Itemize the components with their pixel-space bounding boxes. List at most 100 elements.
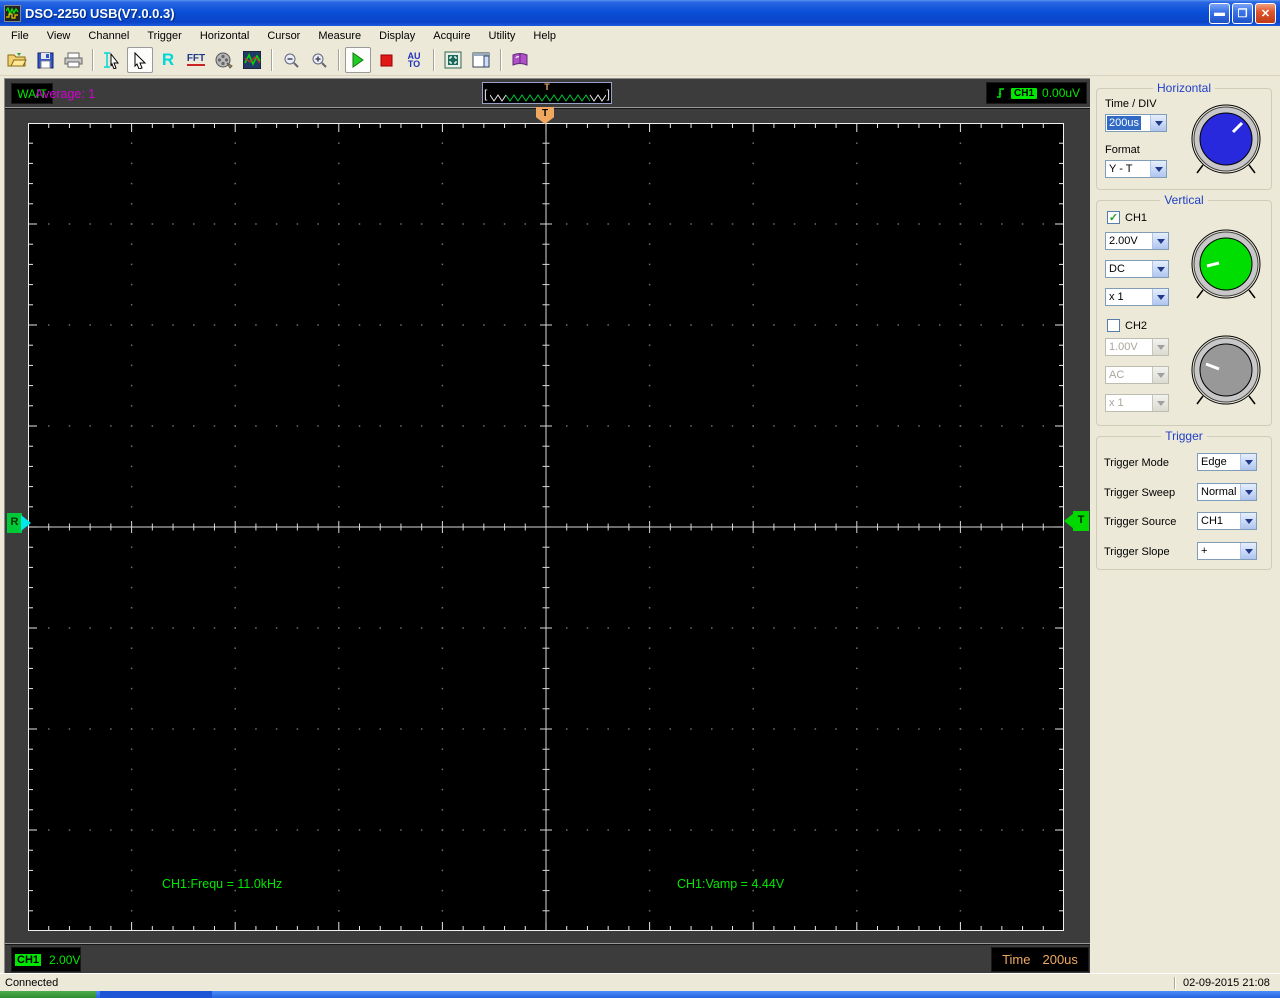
menu-measure[interactable]: Measure bbox=[309, 28, 370, 44]
chevron-down-icon[interactable] bbox=[1240, 454, 1256, 470]
average-readout: Average: 1 bbox=[35, 87, 96, 101]
format-label: Format bbox=[1105, 144, 1140, 156]
trigger-group: Trigger Trigger Mode Edge Trigger Sweep … bbox=[1096, 429, 1272, 570]
app-logo-icon bbox=[4, 4, 21, 22]
timediv-select[interactable]: 200us bbox=[1105, 114, 1167, 132]
help-button[interactable] bbox=[507, 47, 533, 73]
chevron-down-icon bbox=[1152, 395, 1168, 411]
chevron-down-icon[interactable] bbox=[1150, 161, 1166, 177]
timediv-label: Time / DIV bbox=[1105, 98, 1157, 110]
taskbar[interactable] bbox=[0, 991, 1280, 998]
toolbar-separator bbox=[338, 49, 339, 71]
restore-button[interactable]: ❐ bbox=[1232, 2, 1253, 24]
timebase-readout: Time 200us bbox=[991, 947, 1089, 972]
ch1-checkbox[interactable]: ✓ CH1 bbox=[1107, 211, 1147, 224]
ch1-position-knob[interactable] bbox=[1189, 228, 1263, 302]
menu-display[interactable]: Display bbox=[370, 28, 424, 44]
preview-trigger-marker[interactable]: T bbox=[483, 82, 611, 92]
menu-acquire[interactable]: Acquire bbox=[424, 28, 479, 44]
trigger-mode-label: Trigger Mode bbox=[1104, 457, 1170, 469]
trigger-slope-select[interactable]: + bbox=[1197, 542, 1257, 560]
chevron-down-icon[interactable] bbox=[1150, 115, 1166, 131]
ch2-checkbox[interactable]: CH2 bbox=[1107, 319, 1147, 332]
open-button[interactable] bbox=[4, 47, 30, 73]
trigger-time-marker[interactable]: T bbox=[536, 107, 554, 124]
scope-display[interactable] bbox=[28, 123, 1064, 931]
reference-marker-arrow-icon bbox=[21, 515, 31, 531]
trigger-slope-icon bbox=[997, 88, 1004, 98]
taskbar-button-stub[interactable] bbox=[100, 991, 212, 998]
trigger-level-marker[interactable]: T bbox=[1064, 511, 1090, 531]
ch1-probe-select[interactable]: x 1 bbox=[1105, 288, 1169, 306]
toolbar-separator bbox=[500, 49, 501, 71]
fullscreen-button[interactable] bbox=[440, 47, 466, 73]
menu-utility[interactable]: Utility bbox=[480, 28, 525, 44]
chevron-down-icon[interactable] bbox=[1152, 261, 1168, 277]
title-bar[interactable]: DSO-2250 USB(V7.0.0.3) ▬ ❐ ✕ bbox=[0, 0, 1280, 26]
chevron-down-icon bbox=[1152, 339, 1168, 355]
menu-trigger[interactable]: Trigger bbox=[138, 28, 190, 44]
trigger-source-label: Trigger Source bbox=[1104, 516, 1177, 528]
format-select[interactable]: Y - T bbox=[1105, 160, 1167, 178]
zoom-in-button[interactable] bbox=[306, 47, 332, 73]
window-layout-button[interactable] bbox=[468, 47, 494, 73]
toolbar: R FFT AU TO bbox=[0, 45, 1280, 76]
autoset-button[interactable]: AU TO bbox=[401, 47, 427, 73]
toolbar-separator bbox=[433, 49, 434, 71]
ch1-coupling-select[interactable]: DC bbox=[1105, 260, 1169, 278]
trigger-source-select[interactable]: CH1 bbox=[1197, 512, 1257, 530]
start-button[interactable] bbox=[345, 47, 371, 73]
ch1-volts-select[interactable]: 2.00V bbox=[1105, 232, 1169, 250]
toolbar-separator bbox=[271, 49, 272, 71]
waveform-view-button[interactable] bbox=[239, 47, 265, 73]
chevron-down-icon[interactable] bbox=[1240, 513, 1256, 529]
chevron-down-icon[interactable] bbox=[1240, 543, 1256, 559]
minimize-button[interactable]: ▬ bbox=[1209, 2, 1230, 24]
menu-file[interactable]: File bbox=[2, 28, 38, 44]
ch2-position-knob[interactable] bbox=[1189, 334, 1263, 408]
ch1-vamp-readout: CH1:Vamp = 4.44V bbox=[677, 877, 785, 891]
trigger-sweep-select[interactable]: Normal bbox=[1197, 483, 1257, 501]
print-button[interactable] bbox=[60, 47, 86, 73]
menu-help[interactable]: Help bbox=[524, 28, 565, 44]
status-bar: Connected 02-09-2015 21:08 bbox=[0, 973, 1280, 991]
fft-button[interactable]: FFT bbox=[183, 47, 209, 73]
chevron-down-icon bbox=[1152, 367, 1168, 383]
trigger-level-value: 0.00uV bbox=[1042, 86, 1081, 100]
ch1-checkbox-box[interactable]: ✓ bbox=[1107, 211, 1120, 224]
reference-marker[interactable]: R bbox=[7, 513, 31, 533]
menu-bar: File View Channel Trigger Horizontal Cur… bbox=[0, 26, 1280, 45]
preview-left-bracket: [ bbox=[484, 87, 488, 101]
pointer-button[interactable] bbox=[127, 47, 153, 73]
start-button-stub[interactable] bbox=[0, 991, 96, 998]
menu-view[interactable]: View bbox=[38, 28, 80, 44]
menu-channel[interactable]: Channel bbox=[79, 28, 138, 44]
ch2-checkbox-box[interactable] bbox=[1107, 319, 1120, 332]
trigger-readout: CH1 0.00uV bbox=[986, 82, 1087, 104]
chevron-down-icon[interactable] bbox=[1152, 289, 1168, 305]
close-button[interactable]: ✕ bbox=[1255, 2, 1276, 24]
vertical-group-title: Vertical bbox=[1097, 193, 1271, 207]
refresh-r-button[interactable]: R bbox=[155, 47, 181, 73]
ch1-frequency-readout: CH1:Frequ = 11.0kHz bbox=[162, 877, 283, 891]
trigger-group-title: Trigger bbox=[1097, 429, 1271, 443]
chevron-down-icon[interactable] bbox=[1240, 484, 1256, 500]
waveform-preview[interactable]: T [ ] bbox=[482, 82, 612, 104]
cursor-measure-button[interactable] bbox=[99, 47, 125, 73]
zoom-out-button[interactable] bbox=[278, 47, 304, 73]
ch2-volts-select: 1.00V bbox=[1105, 338, 1169, 356]
preview-waveform bbox=[490, 94, 606, 102]
trigger-slope-label: Trigger Slope bbox=[1104, 546, 1170, 558]
menu-horizontal[interactable]: Horizontal bbox=[191, 28, 259, 44]
stop-button[interactable] bbox=[373, 47, 399, 73]
trigger-sweep-label: Trigger Sweep bbox=[1104, 487, 1176, 499]
ch2-probe-select: x 1 bbox=[1105, 394, 1169, 412]
horizontal-knob[interactable] bbox=[1189, 103, 1263, 177]
chevron-down-icon[interactable] bbox=[1152, 233, 1168, 249]
trigger-mode-select[interactable]: Edge bbox=[1197, 453, 1257, 471]
ch1-scale-readout: CH1 2.00V bbox=[11, 947, 81, 972]
record-button[interactable] bbox=[211, 47, 237, 73]
menu-cursor[interactable]: Cursor bbox=[258, 28, 309, 44]
preview-right-bracket: ] bbox=[606, 87, 610, 101]
save-button[interactable] bbox=[32, 47, 58, 73]
